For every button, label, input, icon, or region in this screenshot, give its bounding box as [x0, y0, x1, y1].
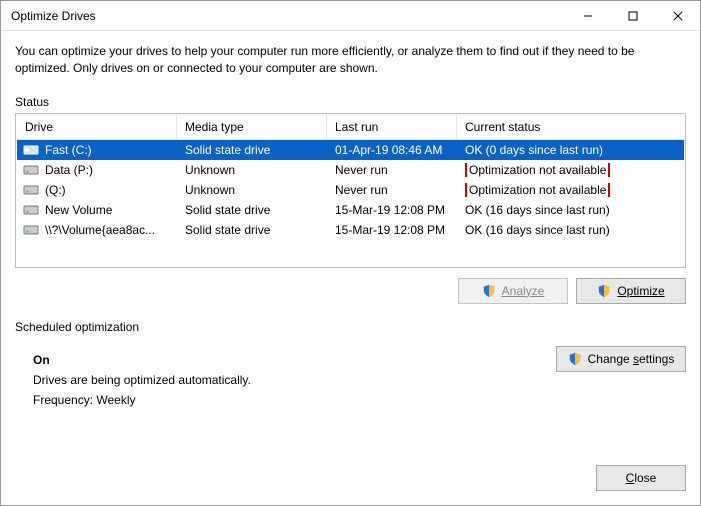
- drive-list: Drive Media type Last run Current status…: [15, 113, 686, 268]
- current-status: Optimization not available: [457, 163, 684, 177]
- media-type: Unknown: [177, 163, 327, 177]
- media-type: Unknown: [177, 183, 327, 197]
- scheduled-label: Scheduled optimization: [15, 320, 686, 334]
- table-row[interactable]: Fast (C:) Solid state drive01-Apr-19 08:4…: [17, 140, 684, 160]
- table-row[interactable]: Data (P:) UnknownNever run Optimization no…: [17, 160, 684, 180]
- table-row[interactable]: New Volume Solid state drive15-Mar-19 12:…: [17, 200, 684, 220]
- drive-name: Fast (C:): [45, 143, 92, 157]
- shield-icon: [597, 284, 611, 298]
- content-area: You can optimize your drives to help you…: [1, 31, 700, 454]
- last-run: 15-Mar-19 12:08 PM: [327, 223, 457, 237]
- last-run: Never run: [327, 183, 457, 197]
- current-status: OK (16 days since last run): [457, 203, 684, 217]
- hdd-drive-icon: [23, 223, 39, 237]
- shield-icon: [482, 284, 496, 298]
- table-row[interactable]: \\?\Volume{aea8ac... Solid state drive15-…: [17, 220, 684, 240]
- window-title: Optimize Drives: [11, 9, 565, 23]
- scheduled-line2: Frequency: Weekly: [33, 390, 686, 410]
- media-type: Solid state drive: [177, 143, 327, 157]
- analyze-button[interactable]: Analyze: [458, 278, 568, 304]
- hdd-drive-icon: [23, 203, 39, 217]
- ssd-drive-icon: [23, 143, 39, 157]
- shield-icon: [568, 352, 582, 366]
- drive-name: Data (P:): [45, 163, 93, 177]
- scheduled-section: Change settings On Drives are being opti…: [15, 346, 686, 411]
- status-label: Status: [15, 95, 686, 109]
- header-current-status[interactable]: Current status: [457, 115, 684, 139]
- close-dialog-button[interactable]: Close: [596, 465, 686, 491]
- minimize-button[interactable]: [565, 1, 610, 31]
- maximize-button[interactable]: [610, 1, 655, 31]
- last-run: 01-Apr-19 08:46 AM: [327, 143, 457, 157]
- header-drive[interactable]: Drive: [17, 115, 177, 139]
- scheduled-line1: Drives are being optimized automatically…: [33, 370, 686, 390]
- column-headers: Drive Media type Last run Current status: [17, 115, 684, 140]
- change-settings-button[interactable]: Change settings: [556, 346, 686, 372]
- analyze-label: Analyze: [502, 284, 545, 298]
- drive-name: \\?\Volume{aea8ac...: [45, 223, 155, 237]
- optimize-button[interactable]: Optimize: [576, 278, 686, 304]
- drive-name: New Volume: [45, 203, 112, 217]
- titlebar: Optimize Drives: [1, 1, 700, 31]
- table-row[interactable]: (Q:) UnknownNever run Optimization not ava…: [17, 180, 684, 200]
- current-status: OK (0 days since last run): [457, 143, 684, 157]
- close-button[interactable]: [655, 1, 700, 31]
- hdd-drive-icon: [23, 163, 39, 177]
- media-type: Solid state drive: [177, 223, 327, 237]
- last-run: Never run: [327, 163, 457, 177]
- footer: Close: [1, 454, 700, 505]
- drive-rows: Fast (C:)Solid state drive01-Apr-19 08:4…: [17, 140, 684, 266]
- header-last-run[interactable]: Last run: [327, 115, 457, 139]
- current-status: Optimization not available: [457, 183, 684, 197]
- optimize-label: Optimize: [617, 284, 664, 298]
- media-type: Solid state drive: [177, 203, 327, 217]
- hdd-drive-icon: [23, 183, 39, 197]
- action-buttons: Analyze Optimize: [15, 278, 686, 304]
- drive-name: (Q:): [45, 183, 66, 197]
- last-run: 15-Mar-19 12:08 PM: [327, 203, 457, 217]
- description-text: You can optimize your drives to help you…: [15, 43, 686, 77]
- header-media[interactable]: Media type: [177, 115, 327, 139]
- status-highlight: Optimization not available: [465, 163, 610, 177]
- status-highlight: Optimization not available: [465, 183, 610, 197]
- current-status: OK (16 days since last run): [457, 223, 684, 237]
